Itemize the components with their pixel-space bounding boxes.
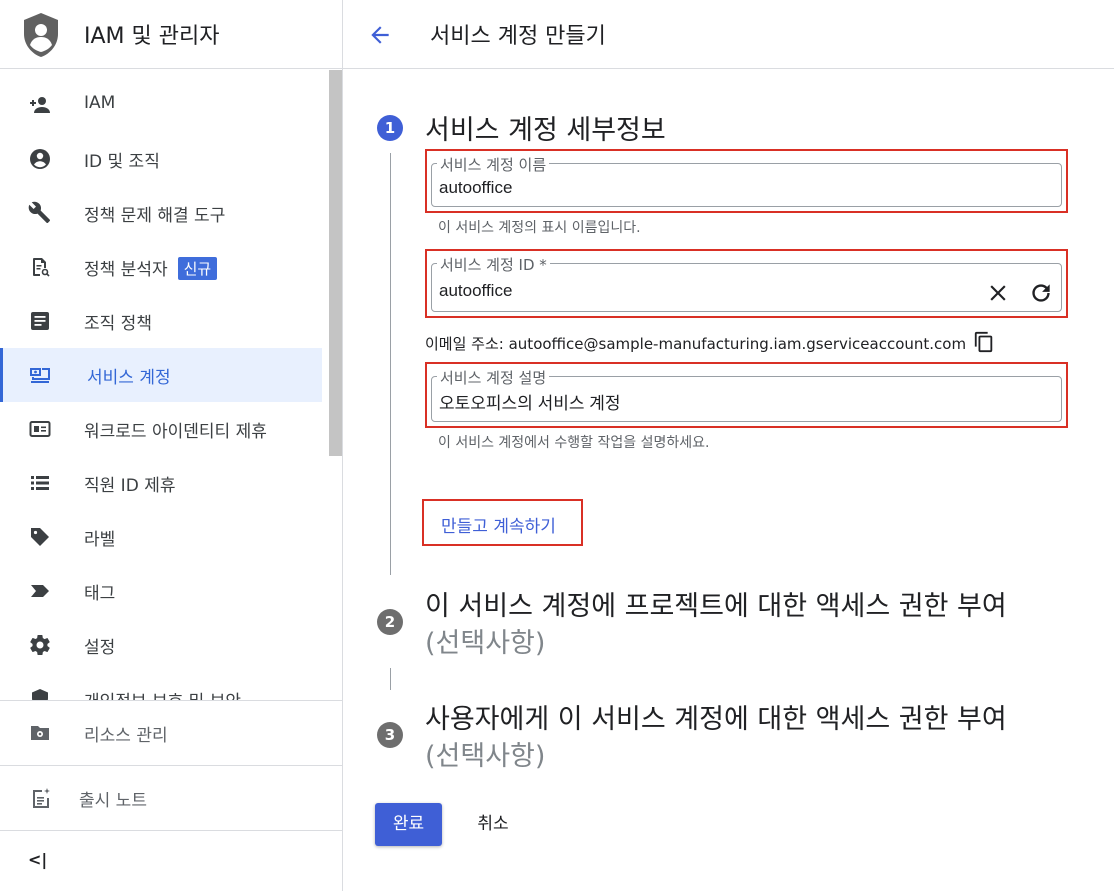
wrench-icon <box>28 201 50 223</box>
cancel-button[interactable]: 취소 <box>463 803 523 846</box>
sidebar-item-label: 설정 <box>84 638 116 658</box>
sidebar-item-label: IAM <box>84 93 116 113</box>
sidebar-item-troubleshooter[interactable]: 정책 문제 해결 도구 <box>0 186 322 240</box>
folder-gear-icon <box>31 726 49 740</box>
step-connector <box>390 668 391 690</box>
field-label: 서비스 계정 설명 <box>437 367 550 388</box>
sidebar-item-labels[interactable]: 라벨 <box>0 510 322 564</box>
sidebar-item-label: 정책 문제 해결 도구 <box>84 206 226 226</box>
sidebar-item-label: 서비스 계정 <box>87 368 171 388</box>
copy-icon[interactable] <box>973 331 995 353</box>
shield-user-icon <box>24 13 58 57</box>
tag-icon <box>31 528 49 546</box>
sidebar-item-label: 직원 ID 제휴 <box>84 476 176 496</box>
service-account-name-field: 서비스 계정 이름 <box>425 149 1068 213</box>
article-icon <box>31 312 49 330</box>
person-add-icon <box>30 97 50 113</box>
release-notes-icon <box>33 788 50 808</box>
sidebar-divider <box>0 830 342 831</box>
step-connector <box>390 153 391 575</box>
name-hint: 이 서비스 계정의 표시 이름입니다. <box>438 220 641 236</box>
field-label: 서비스 계정 이름 <box>437 154 550 175</box>
collapse-sidebar-button[interactable]: <| <box>28 850 47 869</box>
back-arrow-icon[interactable] <box>367 22 393 48</box>
label-arrow-icon <box>31 585 49 597</box>
sidebar-title: IAM 및 관리자 <box>84 24 220 49</box>
create-and-continue-button[interactable]: 만들고 계속하기 <box>422 499 583 546</box>
list-icon <box>31 476 49 490</box>
service-account-id-input[interactable] <box>439 281 959 301</box>
id-card-icon <box>29 421 51 437</box>
step-3-title[interactable]: 사용자에게 이 서비스 계정에 대한 액세스 권한 부여 <box>425 697 1007 736</box>
field-label: 서비스 계정 ID * <box>437 254 550 275</box>
sidebar-item-label: 워크로드 아이덴티티 제휴 <box>84 422 267 442</box>
step-2-title[interactable]: 이 서비스 계정에 프로젝트에 대한 액세스 권한 부여 <box>425 584 1007 623</box>
step-1-number: 1 <box>377 115 403 141</box>
sidebar-scrollbar[interactable] <box>329 70 342 456</box>
service-account-name-input[interactable] <box>439 178 1039 198</box>
sidebar-item-label: 라벨 <box>84 530 116 550</box>
step-2-optional: (선택사항) <box>425 628 546 659</box>
step-1-title[interactable]: 서비스 계정 세부정보 <box>425 108 666 147</box>
main-header: 서비스 계정 만들기 <box>343 0 1114 69</box>
step-2-number: 2 <box>377 609 403 635</box>
step-3-number: 3 <box>377 722 403 748</box>
shield-icon <box>32 689 48 700</box>
sidebar-item-privacy-security[interactable]: 개인정보 보호 및 보안 <box>0 672 322 700</box>
document-search-icon <box>33 258 50 277</box>
gear-icon <box>30 635 50 656</box>
sidebar-item-workload-identity[interactable]: 워크로드 아이덴티티 제휴 <box>0 402 322 456</box>
sidebar-item-label: 정책 분석자 신규 <box>84 255 218 280</box>
service-account-description-field: 서비스 계정 설명 <box>425 362 1068 428</box>
sidebar-item-settings[interactable]: 설정 <box>0 618 322 672</box>
create-and-continue-label: 만들고 계속하기 <box>441 517 556 537</box>
sidebar-item-label: 리소스 관리 <box>84 726 168 746</box>
done-button[interactable]: 완료 <box>375 803 442 846</box>
sidebar-item-resource-manager[interactable]: 리소스 관리 <box>0 701 342 765</box>
email-value: autooffice@sample-manufacturing.iam.gser… <box>508 335 967 353</box>
step-3-optional: (선택사항) <box>425 741 546 772</box>
sidebar-item-identity[interactable]: ID 및 조직 <box>0 132 322 186</box>
sidebar-item-tags[interactable]: 태그 <box>0 564 322 618</box>
sidebar-item-label: 조직 정책 <box>84 314 152 334</box>
email-label: 이메일 주소: <box>425 335 504 353</box>
sidebar-header: IAM 및 관리자 <box>0 0 342 69</box>
page-title: 서비스 계정 만들기 <box>430 24 606 49</box>
sidebar-item-service-accounts[interactable]: 서비스 계정 <box>0 348 322 402</box>
sidebar-item-label: 태그 <box>84 584 116 604</box>
clear-icon[interactable] <box>985 280 1011 306</box>
account-circle-icon <box>30 149 50 169</box>
sidebar-nav: IAM ID 및 조직 정책 문제 해결 도구 정책 분석자 신규 조직 정책 … <box>0 70 342 700</box>
sidebar-item-label: 출시 노트 <box>79 791 147 811</box>
sidebar-item-release-notes[interactable]: 출시 노트 <box>0 766 342 830</box>
refresh-icon[interactable] <box>1028 280 1054 306</box>
sidebar-item-policy-analyzer[interactable]: 정책 분석자 신규 <box>0 240 322 294</box>
sidebar-item-label: 개인정보 보호 및 보안 <box>84 687 241 700</box>
new-badge: 신규 <box>177 257 218 280</box>
description-hint: 이 서비스 계정에서 수행할 작업을 설명하세요. <box>438 435 710 451</box>
service-account-icon <box>30 368 50 383</box>
sidebar-item-iam[interactable]: IAM <box>0 78 322 132</box>
sidebar-item-org-policies[interactable]: 조직 정책 <box>0 294 322 348</box>
sidebar-item-workforce-identity[interactable]: 직원 ID 제휴 <box>0 456 322 510</box>
email-address: 이메일 주소: autooffice@sample-manufacturing.… <box>425 333 966 354</box>
sidebar-item-label: ID 및 조직 <box>84 152 160 172</box>
service-account-description-input[interactable] <box>439 391 1039 411</box>
main-content: 서비스 계정 만들기 1 서비스 계정 세부정보 서비스 계정 이름 이 서비스… <box>343 0 1114 891</box>
service-account-id-field: 서비스 계정 ID * <box>425 249 1068 318</box>
app: IAM 및 관리자 IAM ID 및 조직 정책 문제 해결 도구 정책 분석자… <box>0 0 1114 891</box>
sidebar: IAM 및 관리자 IAM ID 및 조직 정책 문제 해결 도구 정책 분석자… <box>0 0 343 891</box>
